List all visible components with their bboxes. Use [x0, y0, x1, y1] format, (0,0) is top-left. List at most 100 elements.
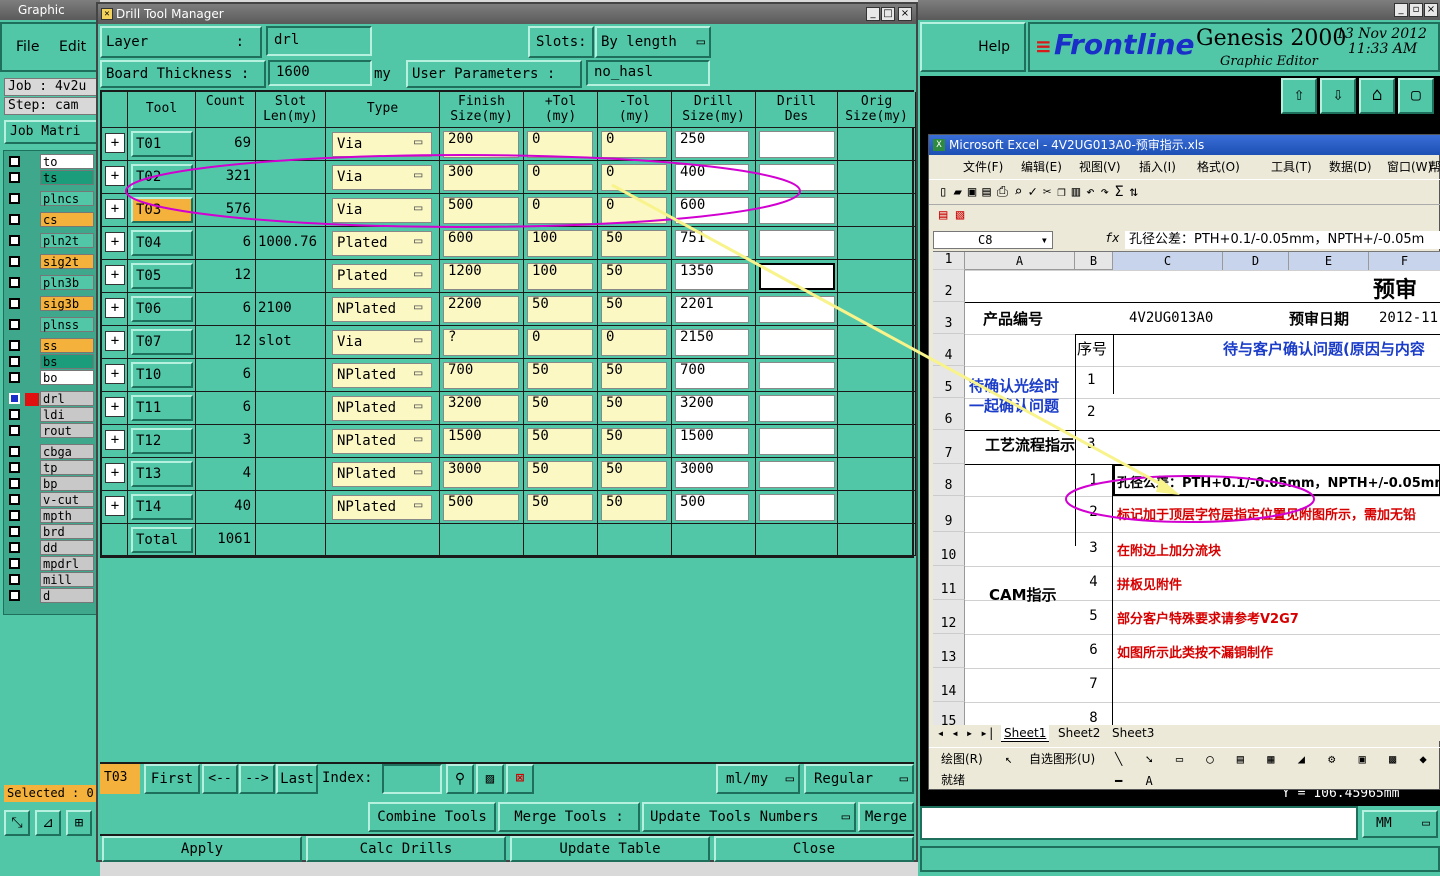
minus-tol-field[interactable]: 50: [601, 395, 667, 422]
minus-tol-field[interactable]: 0: [601, 131, 667, 158]
drill-des-field[interactable]: [759, 329, 835, 356]
layer-row-bs[interactable]: bs: [6, 354, 94, 369]
plus-tol-field[interactable]: 50: [527, 428, 593, 455]
layer-checkbox[interactable]: [9, 356, 20, 367]
layer-field[interactable]: drl: [266, 26, 372, 56]
row-header[interactable]: 11: [933, 566, 965, 600]
layer-checkbox[interactable]: [9, 298, 20, 309]
minus-tol-field[interactable]: 50: [601, 230, 667, 257]
layer-row-rout[interactable]: rout: [6, 423, 94, 438]
layer-checkbox[interactable]: [9, 425, 20, 436]
row-expand-icon[interactable]: +: [105, 496, 125, 516]
row-expand-icon[interactable]: +: [105, 430, 125, 450]
sort-icon[interactable]: ⇅: [1129, 184, 1143, 200]
tool-button[interactable]: T07: [131, 329, 193, 355]
finish-size-field[interactable]: 700: [443, 362, 519, 389]
name-box[interactable]: C8 ▾: [933, 231, 1053, 249]
cut-icon[interactable]: ✂: [1043, 184, 1057, 200]
plus-tol-field[interactable]: 50: [527, 395, 593, 422]
layer-row-ss[interactable]: ss: [6, 338, 94, 353]
minus-tol-field[interactable]: 50: [601, 263, 667, 290]
drill-des-field[interactable]: [759, 131, 835, 158]
user-params-field[interactable]: no_hasl: [586, 60, 710, 86]
merge-button[interactable]: Merge: [858, 802, 914, 832]
tool-button[interactable]: T14: [131, 494, 193, 520]
layer-row-sig2t[interactable]: sig2t: [6, 254, 94, 269]
column-header[interactable]: D: [1223, 252, 1289, 270]
formula-bar[interactable]: 孔径公差：PTH+0.1/-0.05mm，NPTH+/-0.05m: [1125, 231, 1440, 249]
open-icon[interactable]: ▰: [953, 184, 967, 200]
excel-menu-item[interactable]: 数据(D): [1329, 157, 1372, 177]
next-button[interactable]: -->: [239, 764, 275, 794]
calc-drills-button[interactable]: Calc Drills: [306, 836, 506, 862]
row-header[interactable]: 3: [933, 302, 965, 334]
save-icon[interactable]: ▣: [968, 184, 982, 200]
dtm-maximize-icon[interactable]: □: [881, 7, 895, 21]
drill-des-field[interactable]: [759, 230, 835, 257]
drill-des-field[interactable]: [759, 395, 835, 422]
layer-row-ts[interactable]: ts: [6, 170, 94, 185]
layer-row-v-cut[interactable]: v-cut: [6, 492, 94, 507]
close-button[interactable]: Close: [714, 836, 914, 862]
layer-checkbox[interactable]: [9, 446, 20, 457]
excel-menu-item[interactable]: 工具(T): [1271, 157, 1312, 177]
help-menu[interactable]: Help: [920, 22, 1026, 72]
toolbar-down-icon[interactable]: ⇩: [1320, 78, 1356, 114]
finish-size-field[interactable]: 600: [443, 230, 519, 257]
row-header[interactable]: 8: [933, 464, 965, 496]
item-text[interactable]: 标记加于顶层字符层指定位置见附图所示，需加无铅: [1117, 504, 1416, 523]
layer-row-mpdrl[interactable]: mpdrl: [6, 556, 94, 571]
drill-des-field[interactable]: [759, 428, 835, 455]
drill-size-field[interactable]: 1500: [675, 428, 749, 455]
row-header[interactable]: 1: [933, 252, 965, 270]
plus-tol-field[interactable]: 0: [527, 164, 593, 191]
layer-row-mill[interactable]: mill: [6, 572, 94, 587]
first-button[interactable]: First: [144, 764, 200, 794]
excel-menu-item[interactable]: 视图(V): [1079, 157, 1121, 177]
finish-size-field[interactable]: 1200: [443, 263, 519, 290]
layer-row-bo[interactable]: bo: [6, 370, 94, 385]
pointer-icon[interactable]: ↖: [1005, 748, 1012, 770]
row-expand-icon[interactable]: +: [105, 364, 125, 384]
layer-checkbox[interactable]: [9, 214, 20, 225]
new-icon[interactable]: ▯: [939, 184, 953, 200]
layer-checkbox[interactable]: [9, 319, 20, 330]
layer-row-sig3b[interactable]: sig3b: [6, 296, 94, 311]
row-expand-icon[interactable]: +: [105, 232, 125, 252]
layer-checkbox[interactable]: [9, 590, 20, 601]
drill-size-field[interactable]: 2150: [675, 329, 749, 356]
layer-row-cs[interactable]: cs: [6, 212, 94, 227]
toolbar-home-icon[interactable]: ⌂: [1359, 78, 1395, 114]
draw-menu[interactable]: 绘图(R): [941, 748, 983, 770]
board-thickness-field[interactable]: 1600: [268, 60, 372, 86]
finish-size-field[interactable]: 500: [443, 197, 519, 224]
pdf-icon[interactable]: ▤: [982, 184, 996, 200]
pdf-mail-icon[interactable]: ▧: [956, 207, 964, 223]
layer-checkbox[interactable]: [9, 558, 20, 569]
plus-tol-field[interactable]: 100: [527, 230, 593, 257]
layer-checkbox[interactable]: [9, 156, 20, 167]
layer-checkbox[interactable]: [9, 462, 20, 473]
drill-des-field[interactable]: [759, 164, 835, 191]
close-icon[interactable]: ×: [1424, 3, 1438, 17]
measure-tool-icon[interactable]: ⊿: [35, 810, 61, 836]
drill-size-field[interactable]: 751: [675, 230, 749, 257]
finish-size-field[interactable]: 500: [443, 494, 519, 521]
row-header[interactable]: 14: [933, 668, 965, 702]
copy-icon[interactable]: ❐: [1057, 184, 1071, 200]
minus-tol-field[interactable]: 0: [601, 164, 667, 191]
undo-icon[interactable]: ↶: [1086, 184, 1100, 200]
minus-tol-field[interactable]: 50: [601, 296, 667, 323]
row-expand-icon[interactable]: +: [105, 133, 125, 153]
drill-des-field[interactable]: [759, 296, 835, 323]
row-header[interactable]: 13: [933, 634, 965, 668]
menu-edit[interactable]: Edit: [59, 39, 86, 55]
minimize-icon[interactable]: _: [1394, 3, 1408, 17]
excel-menu-item[interactable]: 文件(F): [963, 157, 1003, 177]
layer-row-pln3b[interactable]: pln3b: [6, 275, 94, 290]
index-field[interactable]: [382, 764, 442, 794]
tool-button[interactable]: T11: [131, 395, 193, 421]
row-header[interactable]: 7: [933, 430, 965, 464]
column-header[interactable]: C: [1113, 252, 1223, 270]
plus-tol-field[interactable]: 50: [527, 461, 593, 488]
